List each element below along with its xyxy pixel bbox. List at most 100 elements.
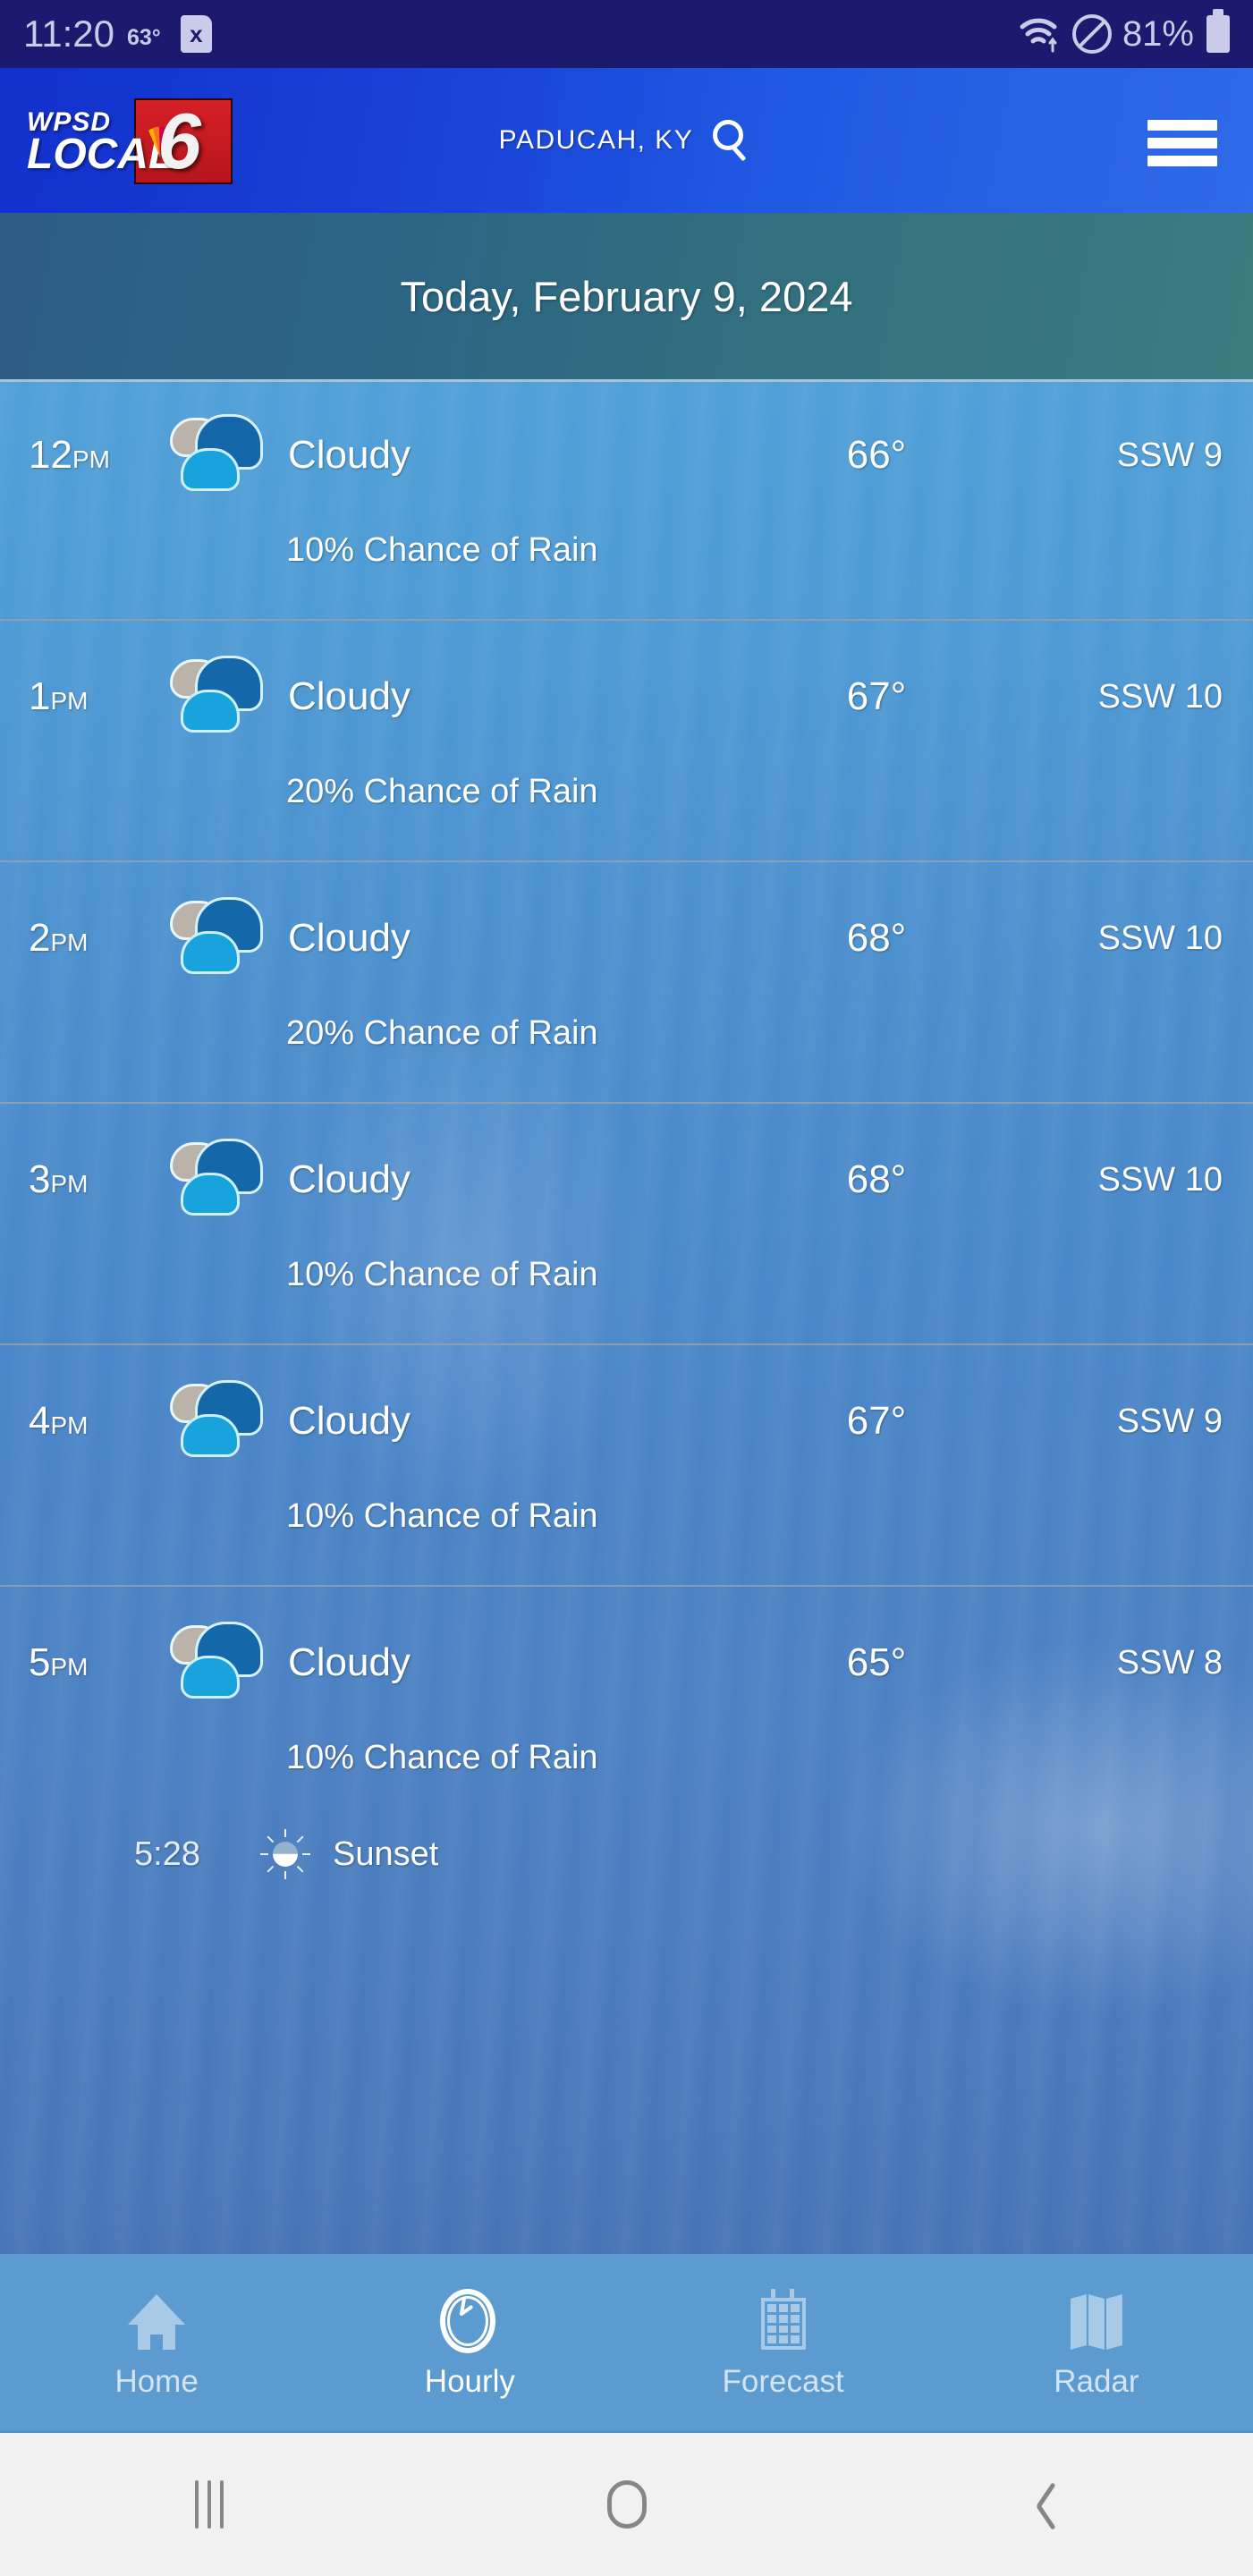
sun-ray (260, 1853, 268, 1855)
tab-hourly[interactable]: Hourly (313, 2254, 626, 2431)
back-icon (1031, 2479, 1058, 2529)
calendar-icon-grid (760, 2298, 806, 2350)
hour-time: 5PM (29, 1640, 163, 1685)
nav-back-button[interactable] (835, 2433, 1253, 2576)
hour-temperature: 67° (846, 1399, 907, 1443)
hour-wind: SSW 10 (1097, 677, 1223, 716)
status-bar-temperature: 63° (127, 25, 161, 50)
hour-temperature: 68° (846, 1157, 907, 1201)
hourly-row[interactable]: 4PM Cloudy 67° SSW 9 10% Chance of Rain (0, 1345, 1253, 1587)
sun-ray (284, 1871, 286, 1879)
hour-time: 3PM (29, 1157, 163, 1202)
tab-home[interactable]: Home (0, 2254, 313, 2431)
home-icon (606, 2480, 647, 2529)
hourly-row-sub: 10% Chance of Rain (0, 1739, 1253, 1826)
hourly-row-sub: 10% Chance of Rain (0, 1256, 1253, 1343)
hourly-row-sub: 10% Chance of Rain (0, 1497, 1253, 1585)
cloudy-icon (168, 646, 275, 738)
nav-home-button[interactable] (418, 2433, 835, 2576)
status-bar-left: 11:20 63° x (23, 15, 212, 53)
hourly-row-main: 3PM Cloudy 68° SSW 10 (0, 1104, 1253, 1256)
cloudy-icon (168, 1129, 275, 1221)
home-icon-door (150, 2334, 164, 2350)
sun-ray (267, 1835, 275, 1843)
sun-ray (284, 1829, 286, 1837)
hourly-row-sub: 20% Chance of Rain (0, 1014, 1253, 1102)
hour-time: 2PM (29, 916, 163, 961)
sun-disc (273, 1842, 298, 1867)
hour-time-ampm: PM (50, 1170, 89, 1198)
search-icon[interactable] (713, 120, 754, 162)
hour-time: 12PM (29, 433, 163, 478)
tab-radar-label: Radar (1054, 2364, 1139, 2399)
cloudy-icon (168, 1612, 275, 1704)
hourly-row-sub: 20% Chance of Rain (0, 773, 1253, 860)
hamburger-menu-icon[interactable] (1147, 120, 1217, 166)
hour-rain-chance: 10% Chance of Rain (286, 1739, 598, 1776)
sunset-row: 5:28 Sunset (0, 1816, 1253, 1893)
hour-time-ampm: PM (72, 445, 110, 473)
hour-time: 1PM (29, 674, 163, 719)
nav-recents-button[interactable] (0, 2433, 418, 2576)
hourly-row[interactable]: 12PM Cloudy 66° SSW 9 10% Chance of Rain (0, 379, 1253, 621)
hour-time-ampm: PM (50, 1411, 89, 1439)
home-icon-roof (128, 2294, 186, 2325)
hour-wind: SSW 9 (1116, 1402, 1223, 1440)
hourly-row[interactable]: 3PM Cloudy 68° SSW 10 10% Chance of Rain (0, 1104, 1253, 1345)
tab-home-label: Home (114, 2364, 199, 2399)
hour-condition: Cloudy (288, 674, 411, 718)
app-header: WPSD LOCAL 6 PADUCAH, KY (0, 68, 1253, 213)
hour-condition: Cloudy (288, 1640, 411, 1684)
map-icon-panel-3 (1105, 2294, 1122, 2350)
hour-time-ampm: PM (50, 928, 89, 956)
hourly-row-main: 12PM Cloudy 66° SSW 9 (0, 379, 1253, 531)
hour-rain-chance: 10% Chance of Rain (286, 531, 598, 569)
hourly-row[interactable]: 5PM Cloudy 65° SSW 8 10% Chance of Rain … (0, 1587, 1253, 1893)
sim-card-icon-glyph: x (190, 21, 203, 47)
hour-temperature: 68° (846, 916, 907, 960)
home-icon (120, 2285, 193, 2359)
cloud-light-shape (181, 1648, 240, 1699)
hour-wind: SSW 9 (1116, 436, 1223, 474)
tab-radar[interactable]: Radar (940, 2254, 1253, 2431)
search-icon-ring (713, 120, 744, 150)
hour-time-number: 5 (29, 1640, 51, 1684)
hourly-row-main: 1PM Cloudy 67° SSW 10 (0, 621, 1253, 773)
cloud-light-shape (181, 682, 240, 733)
tab-forecast[interactable]: Forecast (627, 2254, 940, 2431)
wpsd-local6-logo[interactable]: WPSD LOCAL 6 (27, 98, 240, 184)
date-title: Today, February 9, 2024 (400, 272, 853, 320)
cloudy-icon (168, 404, 275, 496)
hamburger-line-1 (1147, 120, 1217, 131)
hourly-row-main: 4PM Cloudy 67° SSW 9 (0, 1345, 1253, 1497)
cloud-light-shape (181, 1165, 240, 1216)
hour-time-ampm: PM (50, 687, 89, 715)
sunset-sun-icon (260, 1829, 310, 1879)
hour-temperature: 65° (846, 1640, 907, 1684)
hour-condition: Cloudy (288, 1157, 411, 1201)
hourly-row[interactable]: 1PM Cloudy 67° SSW 10 20% Chance of Rain (0, 621, 1253, 862)
battery-icon (1206, 9, 1230, 53)
hourly-forecast-list[interactable]: 12PM Cloudy 66° SSW 9 10% Chance of Rain… (0, 379, 1253, 2254)
location-label[interactable]: PADUCAH, KY (499, 125, 694, 156)
android-navigation-bar (0, 2433, 1253, 2576)
hour-rain-chance: 20% Chance of Rain (286, 773, 598, 810)
calendar-icon (747, 2285, 820, 2359)
hour-wind: SSW 8 (1116, 1643, 1223, 1682)
hour-time-number: 12 (29, 433, 72, 477)
battery-percent-label: 81% (1122, 14, 1194, 54)
hourly-row-main: 2PM Cloudy 68° SSW 10 (0, 862, 1253, 1014)
hourly-row-sub: 10% Chance of Rain (0, 531, 1253, 619)
sim-card-icon: x (180, 15, 212, 53)
cloudy-icon (168, 887, 275, 979)
hourly-row[interactable]: 2PM Cloudy 68° SSW 10 20% Chance of Rain (0, 862, 1253, 1104)
hour-temperature: 67° (846, 674, 907, 718)
tab-hourly-label: Hourly (424, 2364, 515, 2399)
hamburger-line-2 (1147, 138, 1217, 148)
hour-condition: Cloudy (288, 1399, 411, 1443)
logo-channel-number: 6 (157, 97, 201, 185)
hour-rain-chance: 10% Chance of Rain (286, 1497, 598, 1535)
hour-time-number: 1 (29, 674, 51, 718)
hourly-row-main: 5PM Cloudy 65° SSW 8 (0, 1587, 1253, 1739)
sunset-label: Sunset (333, 1835, 439, 1873)
